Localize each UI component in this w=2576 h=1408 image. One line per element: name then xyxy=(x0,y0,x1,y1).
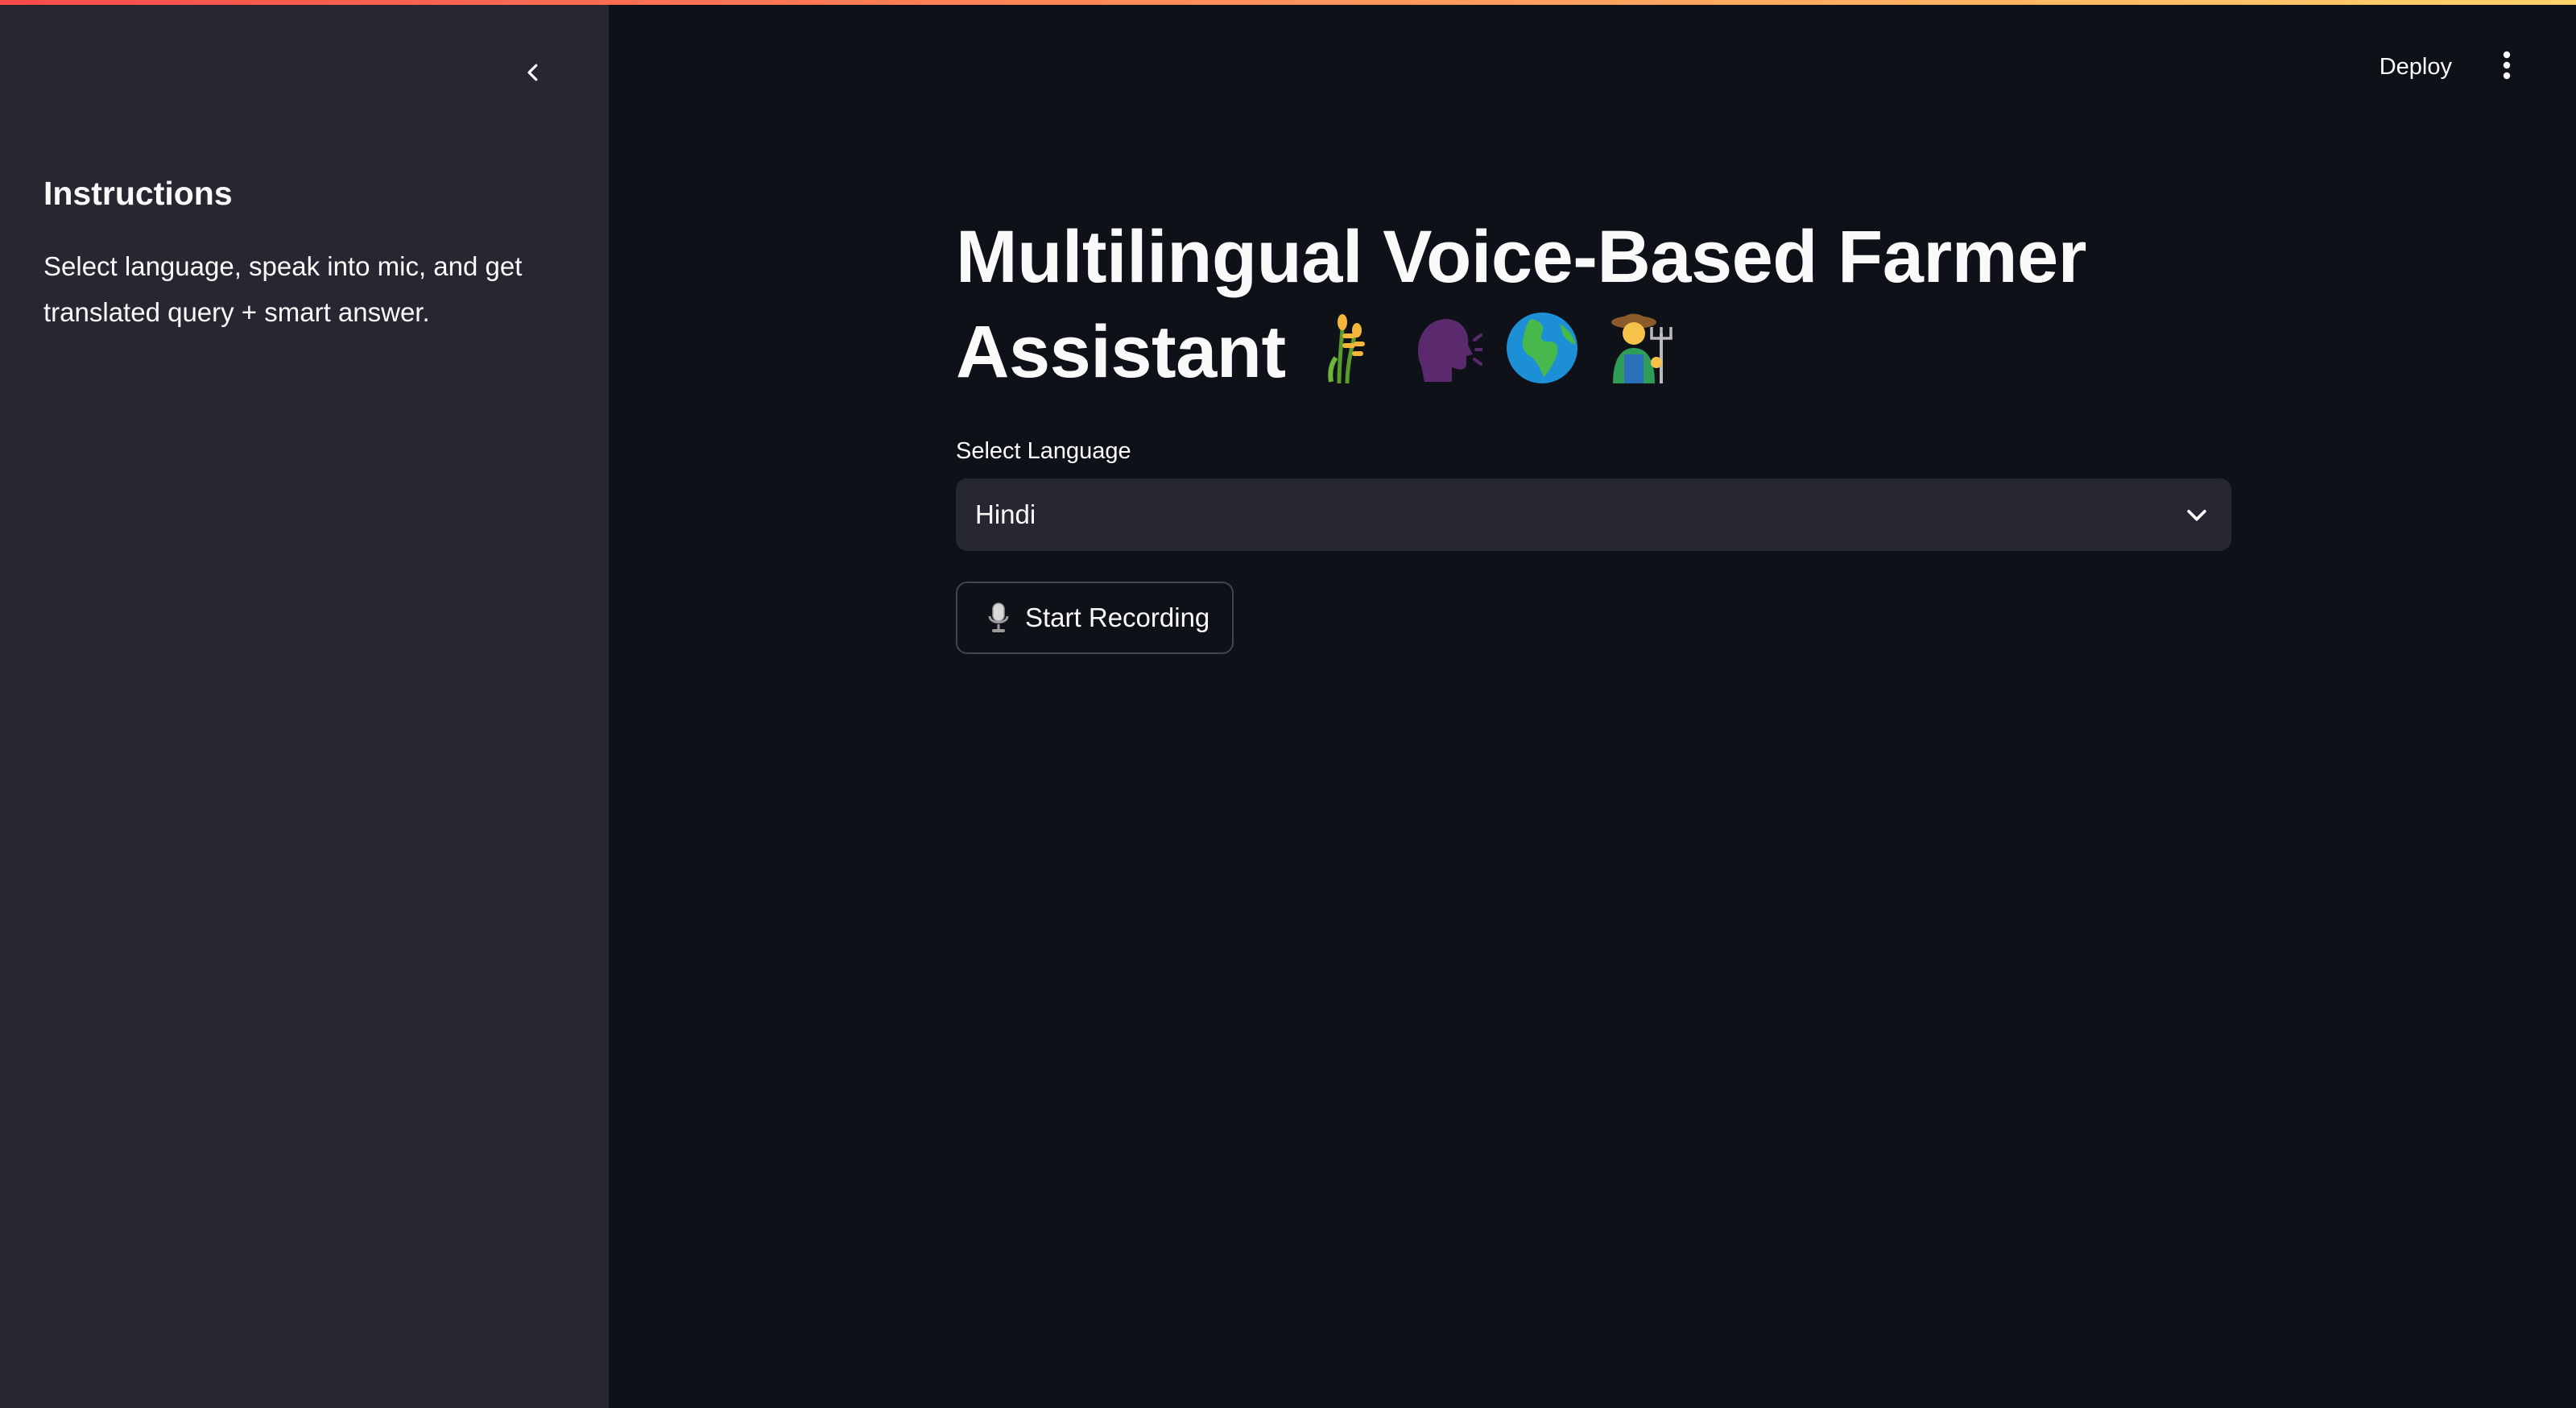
deploy-button[interactable]: Deploy xyxy=(2362,46,2470,89)
speaking-head-icon xyxy=(1405,309,1482,387)
main-menu-button[interactable] xyxy=(2483,43,2531,91)
farmer-icon xyxy=(1602,309,1679,387)
vertical-dots-icon xyxy=(2502,51,2512,84)
start-recording-button[interactable]: Start Recording xyxy=(956,582,1234,654)
language-select-value: Hindi xyxy=(975,499,1036,529)
language-select[interactable]: Hindi xyxy=(956,478,2231,551)
sheaf-of-rice-icon xyxy=(1307,309,1384,387)
globe-africa-europe-icon xyxy=(1503,309,1581,387)
top-decoration-stripe xyxy=(0,0,2576,5)
sidebar-instructions-text: Select language, speak into mic, and get… xyxy=(43,251,523,327)
chevron-down-icon xyxy=(2183,501,2210,528)
header-actions: Deploy xyxy=(2362,40,2576,93)
chevron-left-icon xyxy=(521,60,545,89)
microphone-icon xyxy=(985,602,1025,634)
sidebar-collapse-button[interactable] xyxy=(512,53,554,95)
sidebar: Instructions Select language, speak into… xyxy=(0,0,609,1408)
sidebar-heading: Instructions xyxy=(43,175,233,212)
page-title: Multilingual Voice-Based Farmer Assistan… xyxy=(956,209,2231,400)
language-select-label: Select Language xyxy=(956,438,1131,464)
start-recording-label: Start Recording xyxy=(1025,603,1210,632)
main-content: Multilingual Voice-Based Farmer Assistan… xyxy=(956,209,2231,654)
